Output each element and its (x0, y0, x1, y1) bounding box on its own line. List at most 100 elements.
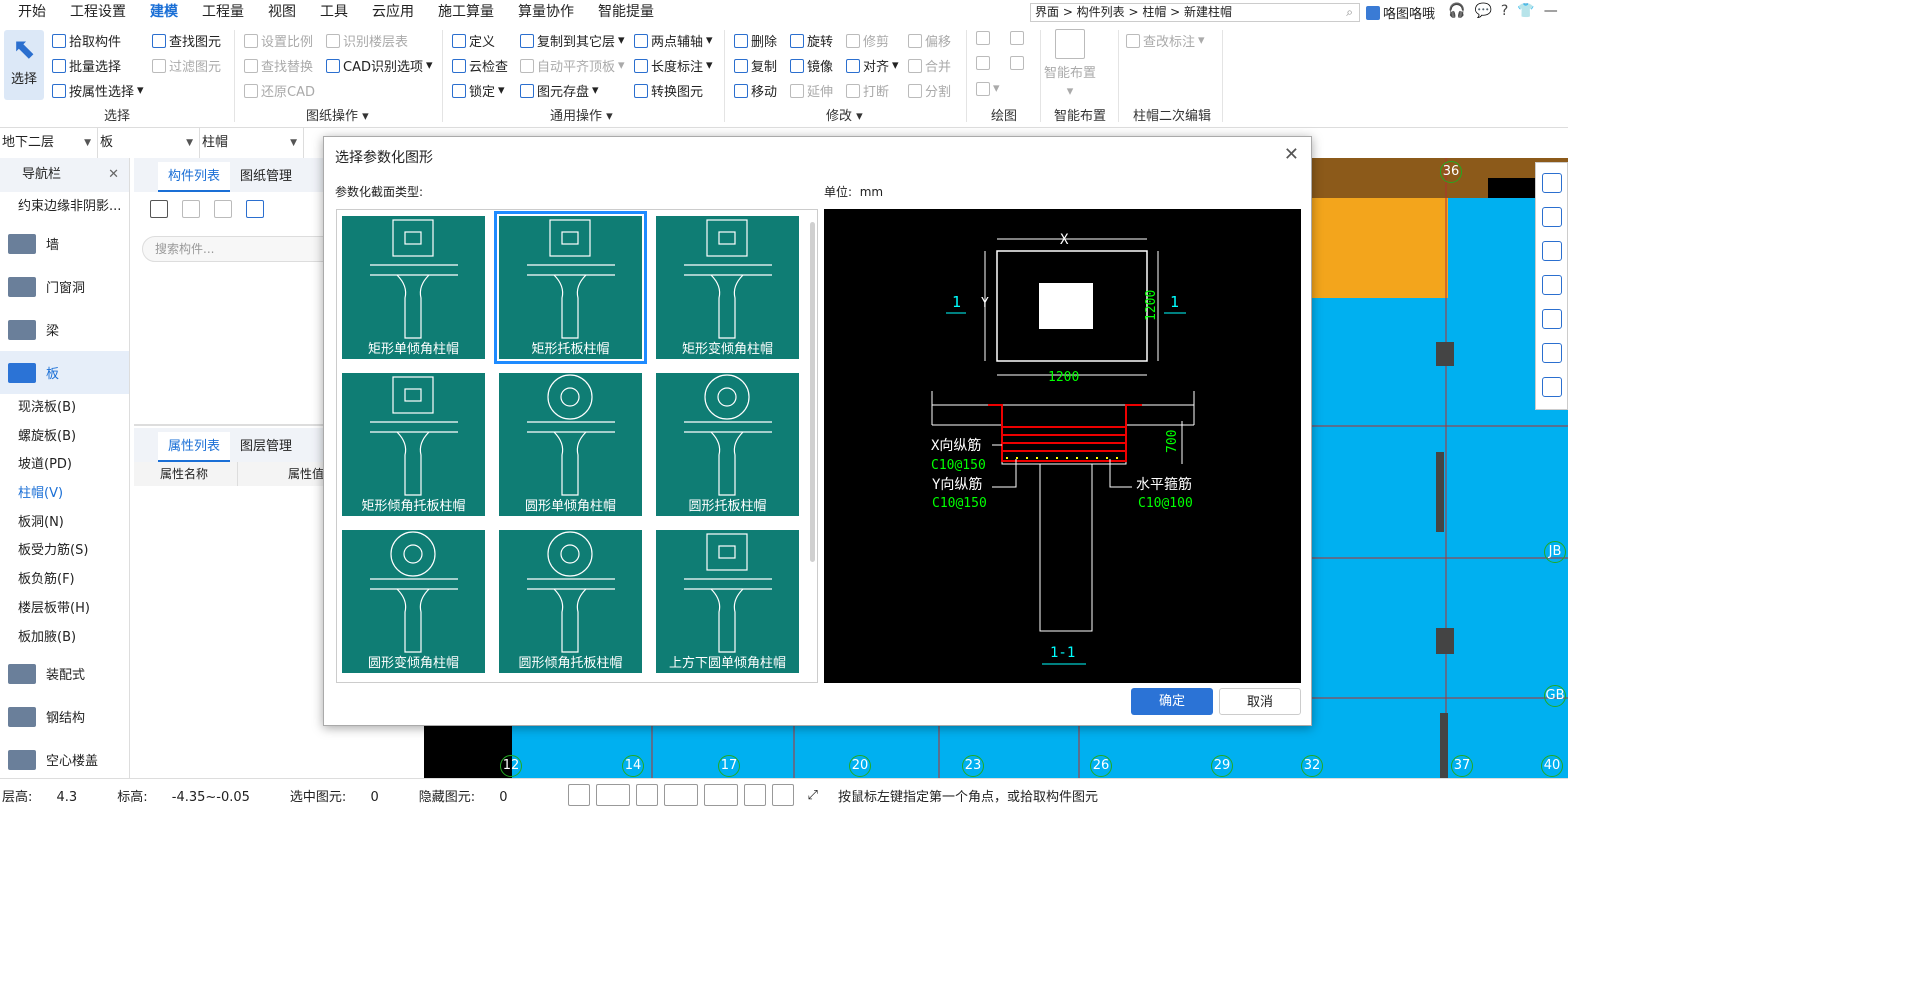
length-mark-button[interactable]: 长度标注 ▾ (634, 56, 713, 75)
new-component-icon[interactable] (150, 200, 168, 218)
shape-option[interactable]: 上方下圆单倾角柱帽 (656, 530, 799, 673)
copy-to-floor-button[interactable]: 复制到其它层 ▾ (520, 31, 625, 50)
cross-icon[interactable] (635, 784, 658, 806)
floor-select[interactable]: 地下二层 ▼ (0, 128, 98, 158)
menu-item[interactable]: 工程设置 (58, 0, 138, 25)
menu-item[interactable]: 工程量 (190, 0, 256, 25)
nav-subitem[interactable]: 楼层板带(H) (0, 595, 129, 624)
user-account[interactable]: 咯图咯哦 (1366, 3, 1435, 22)
menu-item[interactable]: 智能提量 (586, 0, 666, 25)
help-icon[interactable]: ? (1501, 3, 1508, 19)
3d-view-icon[interactable] (1541, 207, 1562, 227)
mirror-button[interactable]: 镜像 (790, 56, 833, 75)
restore-cad-button[interactable]: 还原CAD (244, 81, 315, 100)
select-button[interactable]: ⬉ 选择 (4, 30, 44, 100)
nav-subitem[interactable]: 板负筋(F) (0, 566, 129, 595)
break-button[interactable]: 打断 (846, 81, 889, 100)
find-element-button[interactable]: 查找图元 (152, 31, 221, 50)
nav-item[interactable]: 空心楼盖 (0, 738, 129, 781)
tab-attribute-list[interactable]: 属性列表 (158, 432, 231, 462)
copy-button[interactable]: 复制 (734, 56, 777, 75)
mark-toggle-icon[interactable] (703, 784, 738, 806)
nav-item[interactable]: 钢结构 (0, 695, 129, 738)
draw-point-button[interactable] (976, 31, 990, 45)
chat-icon[interactable]: 💬 (1474, 3, 1491, 19)
identify-layer-button[interactable]: 识别楼层表 (326, 31, 408, 50)
smart-layout-button[interactable]: 智能布置 ▾ (1044, 29, 1096, 99)
minimize-icon[interactable]: — (1544, 3, 1558, 19)
save-element-button[interactable]: 图元存盘 ▾ (520, 81, 599, 100)
shape-option[interactable]: 矩形倾角托板柱帽 (342, 373, 485, 516)
shape-option[interactable]: 矩形托板柱帽 (494, 211, 647, 364)
close-icon[interactable]: ✕ (1284, 144, 1299, 165)
filter-element-button[interactable]: 过滤图元 (152, 56, 221, 75)
nav-subitem[interactable]: 螺旋板(B) (0, 423, 129, 452)
rotate-button[interactable]: 旋转 (790, 31, 833, 50)
auto-align-button[interactable]: 自动平齐顶板 ▾ (520, 56, 625, 75)
select-by-attr-button[interactable]: 按属性选择 ▾ (52, 81, 144, 100)
search-icon[interactable]: ⌕ (1346, 4, 1353, 21)
offset-button[interactable]: 偏移 (908, 31, 951, 50)
ortho-icon[interactable] (567, 784, 590, 806)
nav-item[interactable]: 装配式 (0, 652, 129, 695)
nav-subitem[interactable]: 现浇板(B) (0, 394, 129, 423)
check-mark-button[interactable]: 查改标注 ▾ (1126, 31, 1205, 50)
split-button[interactable]: 分割 (908, 81, 951, 100)
draw-line-button[interactable] (976, 56, 990, 70)
nav-subitem[interactable]: 板洞(N) (0, 509, 129, 538)
find-replace-button[interactable]: 查找替换 (244, 56, 313, 75)
tab-layer-manage[interactable]: 图层管理 (230, 432, 302, 462)
cad-options-button[interactable]: CAD识别选项 ▾ (326, 56, 433, 75)
shirt-icon[interactable]: 👕 (1517, 3, 1534, 19)
convert-element-button[interactable]: 转换图元 (634, 81, 703, 100)
copy-component-icon[interactable] (182, 200, 200, 218)
menu-item[interactable]: 云应用 (360, 0, 426, 25)
align-button[interactable]: 对齐 ▾ (846, 56, 899, 75)
fullscreen-icon[interactable] (1541, 309, 1562, 329)
delete-button[interactable]: 删除 (734, 31, 777, 50)
box-icon[interactable] (1541, 275, 1562, 295)
extend-button[interactable]: 延伸 (790, 81, 833, 100)
shape-option[interactable]: 圆形托板柱帽 (656, 373, 799, 516)
move-button[interactable]: 移动 (734, 81, 777, 100)
display-icon[interactable] (743, 784, 766, 806)
nav-item[interactable]: 梁 (0, 308, 129, 351)
trace-icon[interactable] (771, 784, 794, 806)
trim-button[interactable]: 修剪 (846, 31, 889, 50)
shape-option[interactable]: 圆形倾角托板柱帽 (499, 530, 642, 673)
nav-subitem[interactable]: 板加腋(B) (0, 624, 129, 653)
component-select[interactable]: 柱帽 ▼ (200, 128, 304, 158)
cloud-check-button[interactable]: 云检查 (452, 56, 508, 75)
properties-icon[interactable] (1541, 377, 1562, 397)
close-icon[interactable]: ✕ (108, 158, 119, 192)
define-button[interactable]: 定义 (452, 31, 495, 50)
tab-component-list[interactable]: 构件列表 (158, 162, 231, 192)
breadcrumb[interactable]: 界面 > 构件列表 > 柱帽 > 新建柱帽 ⌕ (1030, 3, 1360, 22)
draw-rect-button[interactable] (1010, 56, 1024, 70)
menu-item[interactable]: 算量协作 (506, 0, 586, 25)
scrollbar[interactable] (810, 222, 815, 562)
ok-button[interactable]: 确定 (1131, 688, 1213, 715)
view-3d-icon[interactable] (1541, 343, 1562, 363)
menu-item[interactable]: 视图 (256, 0, 308, 25)
cancel-button[interactable]: 取消 (1219, 688, 1301, 715)
menu-item[interactable]: 施工算量 (426, 0, 506, 25)
shape-option[interactable]: 圆形变倾角柱帽 (342, 530, 485, 673)
two-point-axis-button[interactable]: 两点辅轴 ▾ (634, 31, 713, 50)
type-select[interactable]: 板 ▼ (98, 128, 200, 158)
pick-component-button[interactable]: 拾取构件 (52, 31, 121, 50)
menu-item[interactable]: 建模 (138, 0, 190, 25)
orbit-icon[interactable] (1541, 173, 1562, 193)
layer-copy-icon[interactable] (246, 200, 264, 218)
nav-item[interactable]: 墙 (0, 222, 129, 265)
merge-button[interactable]: 合并 (908, 56, 951, 75)
delete-component-icon[interactable] (214, 200, 232, 218)
menu-item[interactable]: 工具 (308, 0, 360, 25)
nav-subitem[interactable]: 坡道(PD) (0, 451, 129, 480)
nav-subitem[interactable]: 柱帽(V) (0, 480, 129, 509)
batch-select-button[interactable]: 批量选择 (52, 56, 121, 75)
shape-option[interactable]: 矩形变倾角柱帽 (656, 216, 799, 359)
shape-option[interactable]: 矩形单倾角柱帽 (342, 216, 485, 359)
nav-item-constraint-edge[interactable]: 约束边缘非阴影... (0, 192, 129, 222)
draw-arc-button[interactable]: ▾ (976, 81, 1000, 96)
